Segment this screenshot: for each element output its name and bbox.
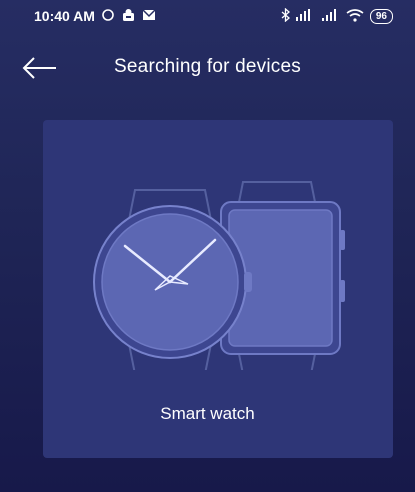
mail-icon	[142, 9, 156, 23]
status-right: 96	[281, 7, 393, 24]
header: Searching for devices	[0, 50, 415, 86]
notification-app-icon	[121, 8, 136, 24]
device-label: Smart watch	[160, 404, 255, 423]
page-title: Searching for devices	[114, 56, 301, 77]
status-left: 10:40 AM	[34, 8, 156, 24]
signal-strength-2-icon	[321, 9, 340, 23]
signal-strength-icon	[295, 9, 316, 23]
wifi-icon	[346, 8, 364, 24]
battery-indicator: 96	[369, 8, 393, 24]
status-time: 10:40 AM	[34, 8, 95, 24]
status-bar: 10:40 AM 96	[0, 0, 415, 32]
bluetooth-icon	[281, 7, 290, 24]
sync-icon	[101, 8, 115, 24]
smart-watch-illustration	[93, 181, 345, 370]
